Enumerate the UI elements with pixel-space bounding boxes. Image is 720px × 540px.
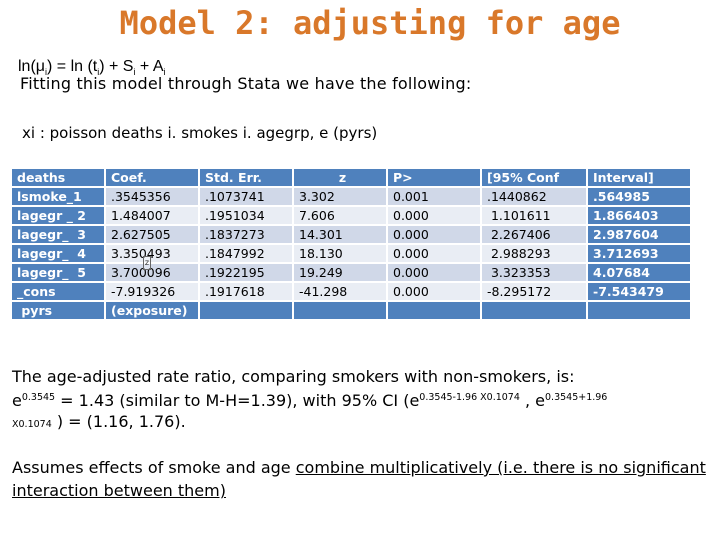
p-cell: 0.000 bbox=[388, 264, 480, 281]
p-cell: 0.001 bbox=[388, 188, 480, 205]
ci-high-cell bbox=[588, 302, 690, 319]
z-cell: 18.130 bbox=[294, 245, 386, 262]
text-cursor-icon: z bbox=[143, 256, 151, 270]
se-cell: .1073741 bbox=[200, 188, 292, 205]
fitting-text: Fitting this model through Stata we have… bbox=[20, 74, 472, 93]
p-cell: 0.000 bbox=[388, 245, 480, 262]
row-label: lagegr _ 2 bbox=[12, 207, 104, 224]
table-row: lagegr _ 2 1.484007 .1951034 7.606 0.000… bbox=[12, 207, 690, 224]
se-cell: .1917618 bbox=[200, 283, 292, 300]
row-label: _cons bbox=[12, 283, 104, 300]
ci-high-cell: -7.543479 bbox=[588, 283, 690, 300]
rate-ratio-paragraph: The age-adjusted rate ratio, comparing s… bbox=[12, 366, 712, 435]
z-cell: 14.301 bbox=[294, 226, 386, 243]
header-std-err: Std. Err. bbox=[200, 169, 292, 186]
ci-low-cell: 2.267406 bbox=[482, 226, 586, 243]
table-row: pyrs (exposure) bbox=[12, 302, 690, 319]
row-label: lagegr_ 5 bbox=[12, 264, 104, 281]
z-cell: 3.302 bbox=[294, 188, 386, 205]
se-cell bbox=[200, 302, 292, 319]
p-cell: 0.000 bbox=[388, 283, 480, 300]
z-cell: -41.298 bbox=[294, 283, 386, 300]
ci-low-cell: -8.295172 bbox=[482, 283, 586, 300]
regression-table: deaths Coef. Std. Err. z P> [95% Conf In… bbox=[10, 167, 692, 321]
p-cell: 0.000 bbox=[388, 226, 480, 243]
se-cell: .1837273 bbox=[200, 226, 292, 243]
table-row: lagegr_ 4 3.350493 .1847992 18.130 0.000… bbox=[12, 245, 690, 262]
p-cell bbox=[388, 302, 480, 319]
stata-command: xi : poisson deaths i. smokes i. agegrp,… bbox=[22, 124, 378, 142]
coef-cell: 3.700096 bbox=[106, 264, 198, 281]
header-ci-high: Interval] bbox=[588, 169, 690, 186]
z-cell: 19.249 bbox=[294, 264, 386, 281]
table-row: lsmoke_1 .3545356 .1073741 3.302 0.001 .… bbox=[12, 188, 690, 205]
header-z: z bbox=[294, 169, 386, 186]
rate-ratio-intro: The age-adjusted rate ratio, comparing s… bbox=[12, 367, 575, 386]
header-p: P> bbox=[388, 169, 480, 186]
assumption-paragraph: Assumes effects of smoke and age combine… bbox=[12, 458, 706, 500]
ci-low-cell: .1440862 bbox=[482, 188, 586, 205]
slide-title: Model 2: adjusting for age bbox=[119, 4, 621, 42]
ci-high-cell: 4.07684 bbox=[588, 264, 690, 281]
coef-cell: 3.350493 bbox=[106, 245, 198, 262]
table-row: lagegr_ 5 3.700096 .1922195 19.249 0.000… bbox=[12, 264, 690, 281]
row-label: pyrs bbox=[12, 302, 104, 319]
table-row: _cons -7.919326 .1917618 -41.298 0.000 -… bbox=[12, 283, 690, 300]
se-cell: .1951034 bbox=[200, 207, 292, 224]
coef-cell: -7.919326 bbox=[106, 283, 198, 300]
row-label: lsmoke_1 bbox=[12, 188, 104, 205]
coef-cell: 2.627505 bbox=[106, 226, 198, 243]
coef-cell: 1.484007 bbox=[106, 207, 198, 224]
header-ci-low: [95% Conf bbox=[482, 169, 586, 186]
se-cell: .1847992 bbox=[200, 245, 292, 262]
z-cell: 7.606 bbox=[294, 207, 386, 224]
ci-high-cell: 1.866403 bbox=[588, 207, 690, 224]
z-cell bbox=[294, 302, 386, 319]
rate-ratio-formula: e0.3545 = 1.43 (similar to M-H=1.39), wi… bbox=[12, 391, 608, 431]
row-label: lagegr_ 3 bbox=[12, 226, 104, 243]
ci-low-cell: 1.101611 bbox=[482, 207, 586, 224]
coef-cell: .3545356 bbox=[106, 188, 198, 205]
header-deaths: deaths bbox=[12, 169, 104, 186]
row-label: lagegr_ 4 bbox=[12, 245, 104, 262]
header-coef: Coef. bbox=[106, 169, 198, 186]
ci-low-cell bbox=[482, 302, 586, 319]
ci-low-cell: 2.988293 bbox=[482, 245, 586, 262]
ci-high-cell: 3.712693 bbox=[588, 245, 690, 262]
p-cell: 0.000 bbox=[388, 207, 480, 224]
ci-high-cell: .564985 bbox=[588, 188, 690, 205]
table-header-row: deaths Coef. Std. Err. z P> [95% Conf In… bbox=[12, 169, 690, 186]
ci-low-cell: 3.323353 bbox=[482, 264, 586, 281]
se-cell: .1922195 bbox=[200, 264, 292, 281]
table-row: lagegr_ 3 2.627505 .1837273 14.301 0.000… bbox=[12, 226, 690, 243]
ci-high-cell: 2.987604 bbox=[588, 226, 690, 243]
coef-cell: (exposure) bbox=[106, 302, 198, 319]
